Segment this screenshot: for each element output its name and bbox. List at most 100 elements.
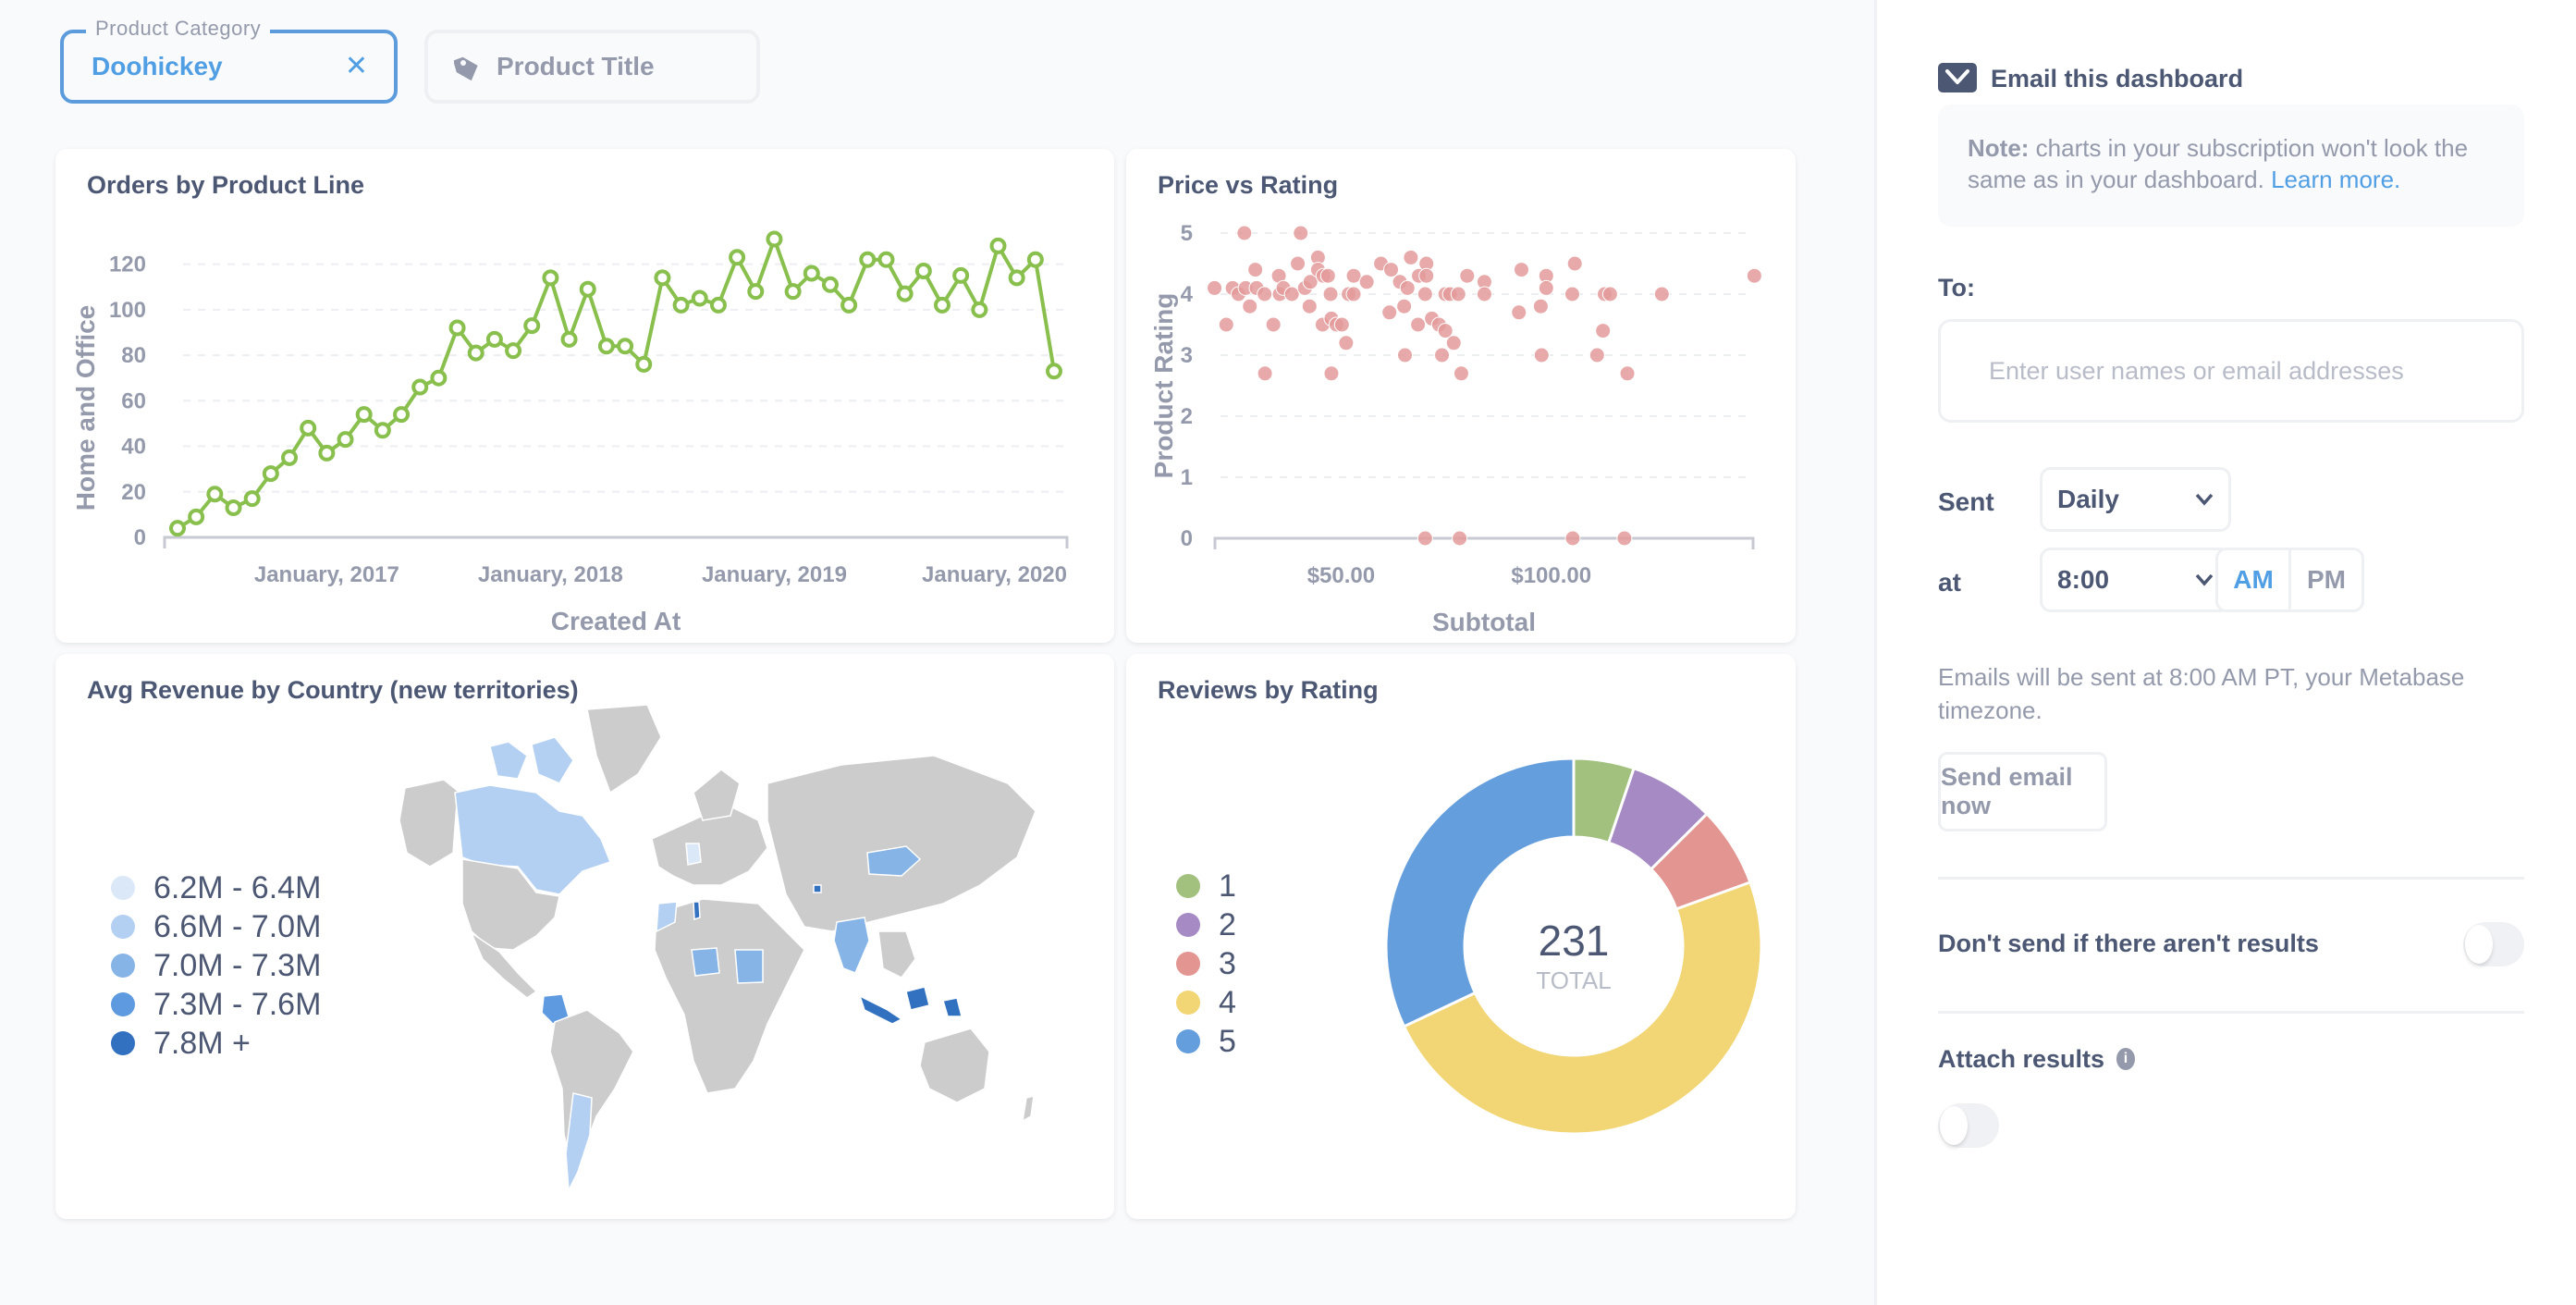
data-point <box>206 486 224 503</box>
data-point <box>933 296 951 314</box>
data-point <box>1301 298 1318 314</box>
donut-total-label: TOTAL <box>1536 966 1611 994</box>
data-point <box>1345 267 1362 284</box>
frequency-select[interactable]: Daily <box>2040 467 2231 532</box>
email-dashboard-label[interactable]: Email this dashboard <box>1991 65 2243 93</box>
subscription-note: Note: charts in your subscription won't … <box>1938 105 2524 227</box>
legend-item[interactable]: 3 <box>1176 944 1236 983</box>
email-dashboard-checkbox[interactable] <box>1938 63 1977 92</box>
data-point <box>1532 298 1549 314</box>
send-email-now-button[interactable]: Send email now <box>1938 752 2107 831</box>
legend-item[interactable]: 4 <box>1176 983 1236 1022</box>
data-point <box>747 283 765 301</box>
product-category-filter[interactable]: Product Category Doohickey ✕ <box>60 17 398 104</box>
legend-swatch <box>1176 874 1200 898</box>
data-point <box>1619 365 1636 382</box>
am-option[interactable]: AM <box>2218 550 2288 609</box>
data-point <box>411 378 429 396</box>
pm-option[interactable]: PM <box>2288 550 2361 609</box>
y-tick-label: 20 <box>121 480 146 505</box>
y-tick-label: 4 <box>1181 282 1194 307</box>
legend-swatch <box>1176 991 1200 1015</box>
data-point <box>1236 225 1253 241</box>
data-point <box>560 330 578 348</box>
data-point <box>243 490 261 508</box>
data-point <box>337 431 354 449</box>
data-point <box>989 237 1007 254</box>
close-icon[interactable]: ✕ <box>345 50 368 82</box>
line-chart: 0 20 40 60 80 100 120 January, 2017 January, 201… <box>71 230 1069 635</box>
data-point <box>542 269 559 287</box>
to-label: To: <box>1938 274 1975 302</box>
time-select[interactable]: 8:00 <box>2040 548 2231 612</box>
product-title-filter[interactable]: Product Title <box>424 30 760 104</box>
country-north-america-alaska <box>399 779 459 868</box>
skip-if-empty-label: Don't send if there aren't results <box>1938 930 2319 957</box>
data-point <box>1601 286 1618 302</box>
data-point <box>859 251 877 268</box>
x-axis <box>163 536 1069 548</box>
y-tick-label: 100 <box>109 298 146 323</box>
data-point <box>1476 286 1492 302</box>
price-vs-rating-card[interactable]: Price vs Rating 0 1 2 3 4 5 $50.00 $100.00 Subto… <box>1126 149 1796 643</box>
donut-total-value: 231 <box>1539 917 1610 965</box>
data-point <box>1533 347 1550 363</box>
chevron-down-icon <box>2195 573 2214 586</box>
orders-by-product-line-card[interactable]: Orders by Product Line 0 20 40 60 80 100 120 Ja… <box>55 149 1114 643</box>
info-icon[interactable]: i <box>2116 1048 2135 1070</box>
recipients-input[interactable] <box>1938 319 2524 423</box>
card-title[interactable]: Orders by Product Line <box>87 171 364 200</box>
card-title[interactable]: Price vs Rating <box>1158 171 1338 200</box>
data-point <box>262 465 279 483</box>
data-point <box>617 338 634 355</box>
learn-more-link[interactable]: Learn more. <box>2271 166 2400 193</box>
at-label: at <box>1938 568 1961 597</box>
country-indonesia <box>858 986 963 1025</box>
legend-item[interactable]: 1 <box>1176 867 1236 905</box>
y-tick-label: 1 <box>1181 465 1193 490</box>
filter-label: Product Category <box>86 17 271 41</box>
tag-icon <box>454 56 478 81</box>
data-point <box>1358 274 1375 290</box>
legend-label: 1 <box>1219 868 1236 904</box>
data-point <box>1345 286 1362 302</box>
legend-swatch <box>1176 1029 1200 1053</box>
x-axis <box>1213 536 1755 549</box>
data-point <box>1538 279 1554 296</box>
country-south-america <box>549 1009 634 1169</box>
data-point <box>1746 267 1762 284</box>
legend-item[interactable]: 2 <box>1176 905 1236 944</box>
data-point <box>1397 347 1414 363</box>
data-point <box>840 296 858 314</box>
line-series <box>176 237 1056 530</box>
data-point <box>300 419 317 437</box>
data-point <box>1396 298 1413 314</box>
y-tick-label: 40 <box>121 435 146 460</box>
scatter-chart: 0 1 2 3 4 5 $50.00 $100.00 Subtotal Product Ratin… <box>1149 221 1762 636</box>
data-point <box>1207 279 1223 296</box>
legend-item[interactable]: 5 <box>1176 1022 1236 1061</box>
data-point <box>1383 262 1400 278</box>
x-tick-label: $50.00 <box>1307 563 1375 588</box>
data-point <box>1459 267 1476 284</box>
data-point <box>188 508 205 525</box>
data-point <box>635 355 653 373</box>
data-point <box>1434 347 1451 363</box>
attach-results-toggle[interactable] <box>1938 1103 1999 1148</box>
y-axis-title: Product Rating <box>1149 293 1178 479</box>
skip-if-empty-toggle[interactable] <box>2463 922 2524 966</box>
legend-item: 7.3M - 7.6M <box>111 985 321 1024</box>
legend-swatch <box>111 1031 135 1055</box>
legend-swatch <box>111 954 135 978</box>
divider <box>1938 877 2524 880</box>
legend-swatch <box>111 992 135 1016</box>
card-title[interactable]: Avg Revenue by Country (new territories) <box>87 676 579 705</box>
reviews-by-rating-card[interactable]: Reviews by Rating 12345 231 TOTAL <box>1126 654 1796 1219</box>
sent-label: Sent <box>1938 487 1994 516</box>
data-point <box>1566 255 1583 272</box>
country-greenland <box>586 704 662 794</box>
avg-revenue-by-country-card[interactable]: Avg Revenue by Country (new territories)… <box>55 654 1114 1219</box>
card-title[interactable]: Reviews by Rating <box>1158 676 1379 705</box>
country-africa <box>654 898 805 1094</box>
data-point <box>1445 335 1462 351</box>
